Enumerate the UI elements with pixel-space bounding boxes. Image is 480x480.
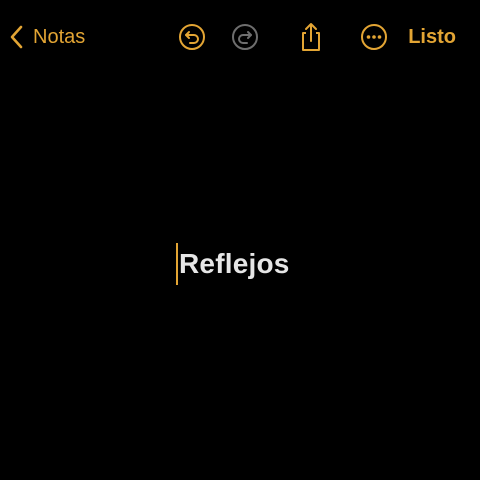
note-title[interactable]: Reflejos bbox=[179, 248, 290, 280]
redo-button[interactable] bbox=[228, 20, 262, 54]
chevron-left-icon bbox=[10, 25, 24, 49]
more-icon bbox=[360, 23, 388, 51]
back-label: Notas bbox=[33, 26, 86, 48]
back-button[interactable]: Notas bbox=[10, 20, 85, 54]
note-editor[interactable]: Reflejos bbox=[0, 74, 480, 480]
note-title-line[interactable]: Reflejos bbox=[176, 242, 290, 286]
more-button[interactable] bbox=[357, 20, 391, 54]
share-button[interactable] bbox=[294, 20, 328, 54]
undo-button[interactable] bbox=[175, 20, 209, 54]
toolbar: Notas Listo bbox=[0, 0, 480, 74]
redo-icon bbox=[231, 23, 259, 51]
done-button[interactable]: Listo bbox=[408, 20, 456, 54]
share-icon bbox=[297, 22, 325, 52]
undo-icon bbox=[178, 23, 206, 51]
text-cursor bbox=[176, 243, 178, 285]
